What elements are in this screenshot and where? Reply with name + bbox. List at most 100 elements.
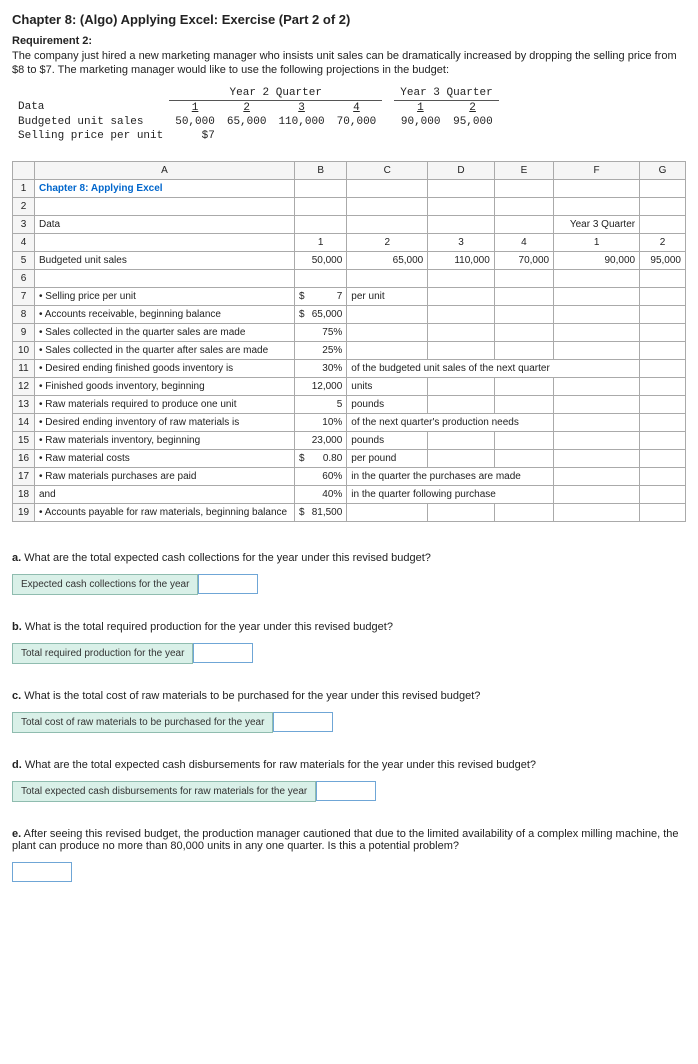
row-number: 3	[13, 215, 35, 233]
year3-header: Year 3 Quarter	[394, 86, 498, 101]
cell-c	[347, 503, 428, 521]
cell-e: 70,000	[494, 251, 553, 269]
cell-a: • Finished goods inventory, beginning	[35, 377, 295, 395]
cell-f	[554, 413, 640, 431]
row-number: 16	[13, 449, 35, 467]
cell-a: • Desired ending inventory of raw materi…	[35, 413, 295, 431]
cell-b: 23,000	[295, 431, 347, 449]
cell-c	[347, 341, 428, 359]
cell-f	[554, 197, 640, 215]
row-number: 1	[13, 179, 35, 197]
cell-b: $0.80	[295, 449, 347, 467]
cell-c: 65,000	[347, 251, 428, 269]
cell-f	[554, 395, 640, 413]
cell-b: 1	[295, 233, 347, 251]
cell-b: 75%	[295, 323, 347, 341]
cell-d	[428, 503, 495, 521]
cell-b	[295, 197, 347, 215]
cell-g	[640, 467, 686, 485]
cell-g	[640, 485, 686, 503]
table-row: 8• Accounts receivable, beginning balanc…	[13, 305, 686, 323]
cell-f	[554, 269, 640, 287]
question-c: c. What is the total cost of raw materia…	[12, 690, 686, 733]
cell-f	[554, 467, 640, 485]
row-number: 19	[13, 503, 35, 521]
cell-c: pounds	[347, 431, 428, 449]
cell-e	[494, 341, 553, 359]
row-number: 8	[13, 305, 35, 323]
row-number: 2	[13, 197, 35, 215]
cell-b: 30%	[295, 359, 347, 377]
cell-g	[640, 395, 686, 413]
cell-c	[347, 269, 428, 287]
cell-d	[428, 431, 495, 449]
question-e: e. After seeing this revised budget, the…	[12, 828, 686, 882]
cell-e	[494, 287, 553, 305]
cell-a: • Raw material costs	[35, 449, 295, 467]
cell-g	[640, 413, 686, 431]
table-row: 5Budgeted unit sales50,00065,000110,0007…	[13, 251, 686, 269]
cell-b: $65,000	[295, 305, 347, 323]
cell-f: 1	[554, 233, 640, 251]
table-row: 18 and40%in the quarter following purcha…	[13, 485, 686, 503]
row-number: 4	[13, 233, 35, 251]
cell-b: 12,000	[295, 377, 347, 395]
table-row: 12• Finished goods inventory, beginning1…	[13, 377, 686, 395]
cell-a: Data	[35, 215, 295, 233]
price-label: Selling price per unit	[12, 129, 169, 143]
answer-b-input[interactable]	[193, 643, 253, 663]
cell-b: $7	[295, 287, 347, 305]
cell-b: 10%	[295, 413, 347, 431]
cell-d	[428, 305, 495, 323]
cell-b	[295, 179, 347, 197]
cell-g	[640, 179, 686, 197]
cell-d	[428, 215, 495, 233]
cell-f	[554, 179, 640, 197]
cell-f	[554, 305, 640, 323]
cell-f: Year 3 Quarter	[554, 215, 640, 233]
cell-a: • Raw materials required to produce one …	[35, 395, 295, 413]
cell-a: Chapter 8: Applying Excel	[35, 179, 295, 197]
cell-f	[554, 449, 640, 467]
answer-c-input[interactable]	[273, 712, 333, 732]
cell-b: 5	[295, 395, 347, 413]
budgeted-label: Budgeted unit sales	[12, 115, 169, 129]
cell-d	[428, 377, 495, 395]
cell-g	[640, 215, 686, 233]
cell-c	[347, 215, 428, 233]
answer-a-input[interactable]	[198, 574, 258, 594]
question-d: d. What are the total expected cash disb…	[12, 759, 686, 802]
row-number: 9	[13, 323, 35, 341]
table-row: 11• Desired ending finished goods invent…	[13, 359, 686, 377]
cell-b: 50,000	[295, 251, 347, 269]
cell-e: 4	[494, 233, 553, 251]
cell-c: in the quarter following purchase	[347, 485, 554, 503]
cell-e	[494, 431, 553, 449]
answer-e-input[interactable]	[12, 862, 72, 882]
row-number: 18	[13, 485, 35, 503]
cell-g	[640, 359, 686, 377]
cell-e	[494, 305, 553, 323]
cell-a: • Sales collected in the quarter sales a…	[35, 323, 295, 341]
table-row: 7• Selling price per unit$7per unit	[13, 287, 686, 305]
row-number: 12	[13, 377, 35, 395]
cell-f	[554, 431, 640, 449]
question-a: a. What are the total expected cash coll…	[12, 552, 686, 595]
cell-a: • Sales collected in the quarter after s…	[35, 341, 295, 359]
row-number: 5	[13, 251, 35, 269]
question-b: b. What is the total required production…	[12, 621, 686, 664]
cell-d	[428, 341, 495, 359]
requirement-body: The company just hired a new marketing m…	[12, 49, 686, 78]
cell-a: • Desired ending finished goods inventor…	[35, 359, 295, 377]
cell-a	[35, 233, 295, 251]
cell-g	[640, 197, 686, 215]
row-number: 10	[13, 341, 35, 359]
cell-c: pounds	[347, 395, 428, 413]
cell-b: 25%	[295, 341, 347, 359]
projections-table: Year 2 Quarter Year 3 Quarter Data 1 2 3…	[12, 86, 499, 143]
cell-c: of the next quarter's production needs	[347, 413, 554, 431]
cell-c	[347, 197, 428, 215]
cell-e	[494, 395, 553, 413]
answer-d-input[interactable]	[316, 781, 376, 801]
table-row: 17• Raw materials purchases are paid60%i…	[13, 467, 686, 485]
